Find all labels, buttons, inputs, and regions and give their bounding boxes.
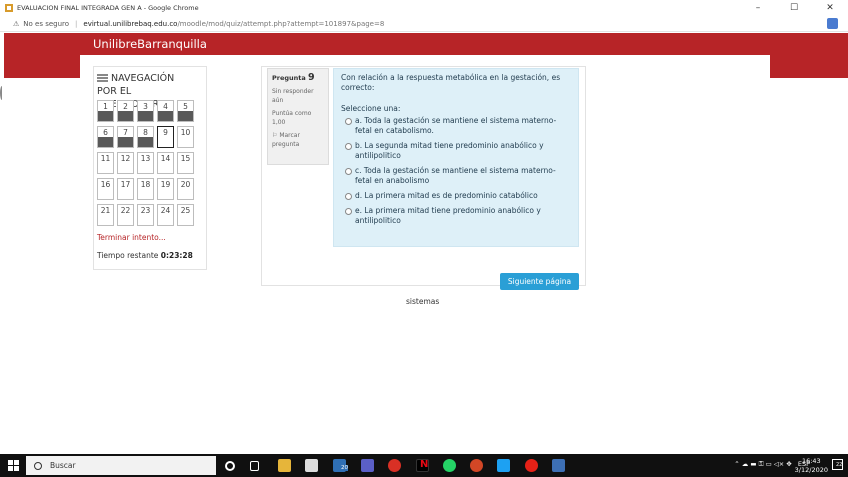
next-page-button[interactable]: Siguiente página [500, 273, 579, 290]
question-nav-button[interactable]: 16 [97, 178, 114, 200]
flag-question-link[interactable]: ⚐ Marcar pregunta [272, 131, 324, 149]
answer-option-label[interactable]: c. Toda la gestación se mantiene el sist… [355, 166, 571, 186]
question-nav-button[interactable]: 15 [177, 152, 194, 174]
question-nav-button[interactable]: 24 [157, 204, 174, 226]
footer-text: sistemas [406, 297, 440, 306]
powerpoint-icon[interactable] [470, 459, 483, 472]
drawer-toggle-edge[interactable] [0, 86, 4, 100]
security-label[interactable]: No es seguro [23, 20, 69, 28]
radio-button[interactable] [345, 118, 352, 125]
question-nav-button[interactable]: 12 [117, 152, 134, 174]
radio-button[interactable] [345, 208, 352, 215]
url-host[interactable]: evirtual.unilibrebaq.edu.co [83, 20, 177, 28]
answer-option-label[interactable]: e. La primera mitad tiene predominio ana… [355, 206, 571, 226]
taskbar-clock[interactable]: 16:43 3/12/2020 [795, 457, 828, 475]
question-nav-button[interactable]: 18 [137, 178, 154, 200]
timer-value: 0:23:28 [160, 251, 193, 260]
question-nav-button[interactable]: 21 [97, 204, 114, 226]
question-nav-button[interactable]: 19 [157, 178, 174, 200]
minimize-button[interactable]: – [740, 0, 776, 16]
menu-icon[interactable] [97, 74, 108, 82]
question-nav-button[interactable]: 1 [97, 100, 114, 122]
question-nav-button[interactable]: 22 [117, 204, 134, 226]
question-nav-button[interactable]: 3 [137, 100, 154, 122]
question-nav-button[interactable]: 11 [97, 152, 114, 174]
site-header: UnilibreBarranquilla [4, 33, 848, 55]
question-nav-button[interactable]: 17 [117, 178, 134, 200]
question-nav-button[interactable]: 4 [157, 100, 174, 122]
finish-attempt-link[interactable]: Terminar intento... [97, 233, 166, 242]
question-nav-button[interactable]: 10 [177, 126, 194, 148]
store-icon[interactable] [305, 459, 318, 472]
close-button[interactable]: ✕ [812, 0, 848, 16]
file-explorer-icon[interactable] [278, 459, 291, 472]
answer-option-label[interactable]: d. La primera mitad es de predominio cat… [355, 191, 571, 201]
teams-icon[interactable] [361, 459, 374, 472]
warning-icon[interactable]: ⚠ [13, 20, 19, 28]
radio-button[interactable] [345, 193, 352, 200]
site-favicon-icon [5, 4, 13, 12]
quiz-navigation-block: NAVEGACIÓN POR EL CUESTIONARIO 123456789… [93, 66, 207, 270]
twitter-icon[interactable] [497, 459, 510, 472]
app-icon[interactable] [552, 459, 565, 472]
answer-option[interactable]: c. Toda la gestación se mantiene el sist… [341, 166, 571, 186]
answer-option-label[interactable]: b. La segunda mitad tiene predominio ana… [355, 141, 571, 161]
answer-option[interactable]: e. La primera mitad tiene predominio ana… [341, 206, 571, 226]
mail-icon[interactable]: 20 [333, 459, 348, 472]
task-view-icon[interactable] [250, 461, 259, 471]
translate-icon[interactable] [827, 18, 838, 29]
question-nav-button[interactable]: 25 [177, 204, 194, 226]
question-status: Sin responder aún [272, 88, 314, 104]
notifications-icon[interactable]: 22 [832, 459, 843, 470]
question-nav-button[interactable]: 6 [97, 126, 114, 148]
window-titlebar: EVALUACION FINAL INTEGRADA GEN A - Googl… [0, 0, 848, 16]
answer-option-label[interactable]: a. Toda la gestación se mantiene el sist… [355, 116, 571, 136]
site-name[interactable]: UnilibreBarranquilla [93, 37, 207, 51]
windows-start-icon[interactable] [8, 460, 19, 471]
question-text: Con relación a la respuesta metabólica e… [341, 73, 561, 92]
youtube-icon[interactable] [525, 459, 538, 472]
window-title: EVALUACION FINAL INTEGRADA GEN A - Googl… [17, 4, 199, 12]
question-content: Con relación a la respuesta metabólica e… [333, 68, 579, 247]
netflix-icon[interactable]: N [416, 459, 429, 472]
question-number: Pregunta 9 [272, 72, 315, 83]
question-nav-button[interactable]: 13 [137, 152, 154, 174]
cortana-icon[interactable] [225, 461, 235, 471]
question-nav-button[interactable]: 9 [157, 126, 174, 148]
address-bar[interactable]: ⚠ No es seguro | evirtual.unilibrebaq.ed… [0, 16, 848, 32]
radio-button[interactable] [345, 143, 352, 150]
answer-option[interactable]: d. La primera mitad es de predominio cat… [341, 191, 571, 201]
answer-option[interactable]: a. Toda la gestación se mantiene el sist… [341, 116, 571, 136]
flag-icon[interactable]: ⚐ [272, 132, 277, 139]
whatsapp-icon[interactable] [443, 459, 456, 472]
header-strip-right [770, 55, 848, 78]
radio-button[interactable] [345, 168, 352, 175]
question-nav-button[interactable]: 2 [117, 100, 134, 122]
question-info: Pregunta 9 Sin responder aún Puntúa como… [267, 68, 329, 165]
answer-option[interactable]: b. La segunda mitad tiene predominio ana… [341, 141, 571, 161]
question-nav-button[interactable]: 8 [137, 126, 154, 148]
url-path[interactable]: /moodle/mod/quiz/attempt.php?attempt=101… [177, 20, 384, 28]
question-nav-button[interactable]: 7 [117, 126, 134, 148]
tray-icons[interactable]: ⌃ ☁ ▬ ⚿ ▭ ◁× ✥ [734, 460, 791, 468]
header-strip-left [4, 55, 80, 78]
taskbar-search[interactable]: Buscar [26, 456, 216, 475]
question-grid: 1 2 3 4 5 6 7 8 9 10 11 12 13 14 15 16 17 18 19 20 21 22 23 24 2… [97, 100, 194, 226]
answer-prompt: Seleccione una: [341, 104, 401, 113]
question-grade: Puntúa como 1,00 [272, 110, 312, 126]
answer-options: a. Toda la gestación se mantiene el sist… [341, 116, 571, 226]
question-nav-button[interactable]: 5 [177, 100, 194, 122]
taskbar: Buscar 20 N ⌃ ☁ ▬ ⚿ ▭ ◁× ✥ ESP 16:43 3/1… [0, 454, 848, 477]
search-icon [34, 461, 42, 470]
address-separator: | [75, 19, 78, 28]
question-nav-button[interactable]: 20 [177, 178, 194, 200]
maximize-button[interactable]: ☐ [776, 0, 812, 16]
time-remaining: Tiempo restante 0:23:28 [97, 251, 193, 260]
question-nav-button[interactable]: 14 [157, 152, 174, 174]
chrome-icon[interactable] [388, 459, 401, 472]
question-nav-button[interactable]: 23 [137, 204, 154, 226]
